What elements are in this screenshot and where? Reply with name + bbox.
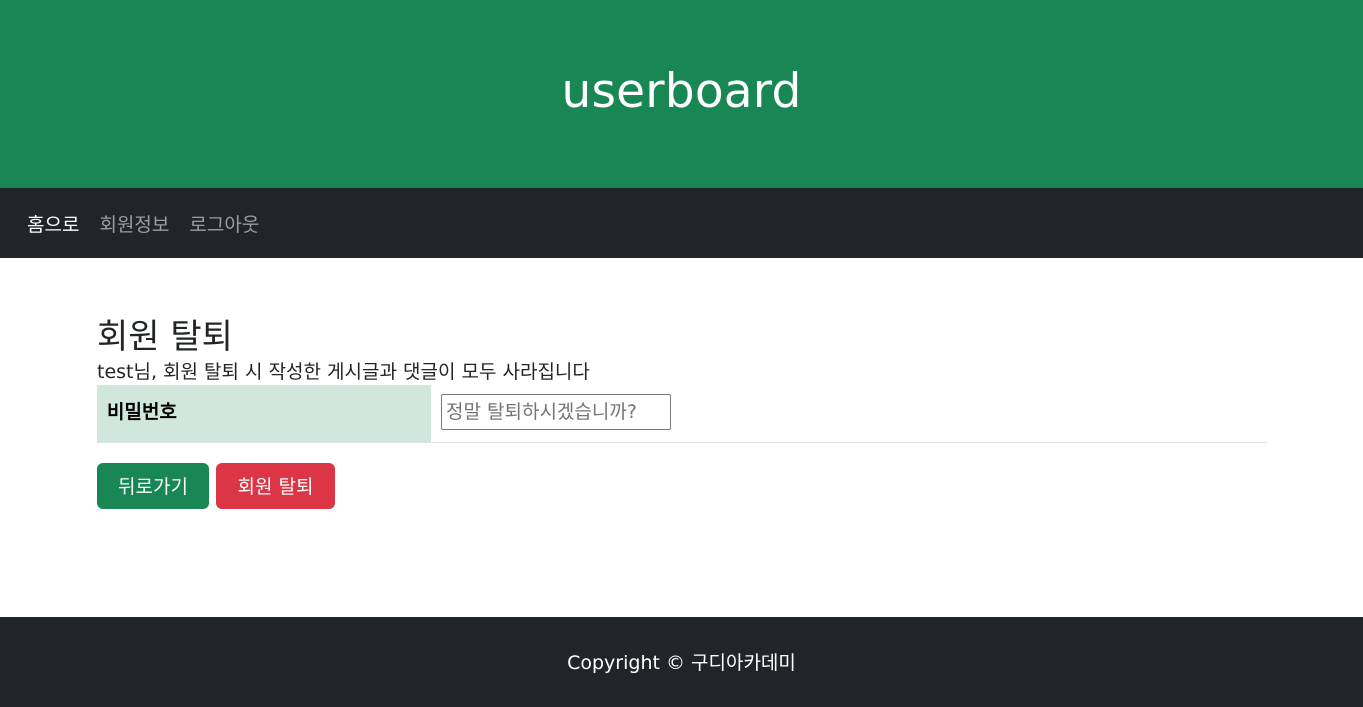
site-header: userboard <box>0 0 1363 188</box>
site-footer: Copyright © 구디아카데미 <box>0 617 1363 707</box>
password-input-cell <box>431 385 1267 443</box>
nav-logout-link[interactable]: 로그아웃 <box>179 210 269 237</box>
withdraw-form-table: 비밀번호 <box>97 385 1267 443</box>
main-content: 회원 탈퇴 test님, 회원 탈퇴 시 작성한 게시글과 댓글이 모두 사라집… <box>0 258 1363 617</box>
withdraw-notice: test님, 회원 탈퇴 시 작성한 게시글과 댓글이 모두 사라집니다 <box>97 360 590 383</box>
site-title: userboard <box>561 63 802 119</box>
table-row: 비밀번호 <box>97 385 1267 443</box>
nav-home-link[interactable]: 홈으로 <box>17 210 89 237</box>
page-title: 회원 탈퇴 <box>97 317 233 357</box>
password-label: 비밀번호 <box>97 385 431 443</box>
password-input[interactable] <box>441 394 671 431</box>
main-navbar: 홈으로 회원정보 로그아웃 <box>0 188 1363 258</box>
button-group: 뒤로가기 회원 탈퇴 <box>97 462 1267 509</box>
withdraw-button[interactable]: 회원 탈퇴 <box>216 462 335 509</box>
nav-member-info-link[interactable]: 회원정보 <box>89 210 179 237</box>
back-button[interactable]: 뒤로가기 <box>97 462 209 509</box>
footer-copyright: Copyright © 구디아카데미 <box>567 651 796 674</box>
